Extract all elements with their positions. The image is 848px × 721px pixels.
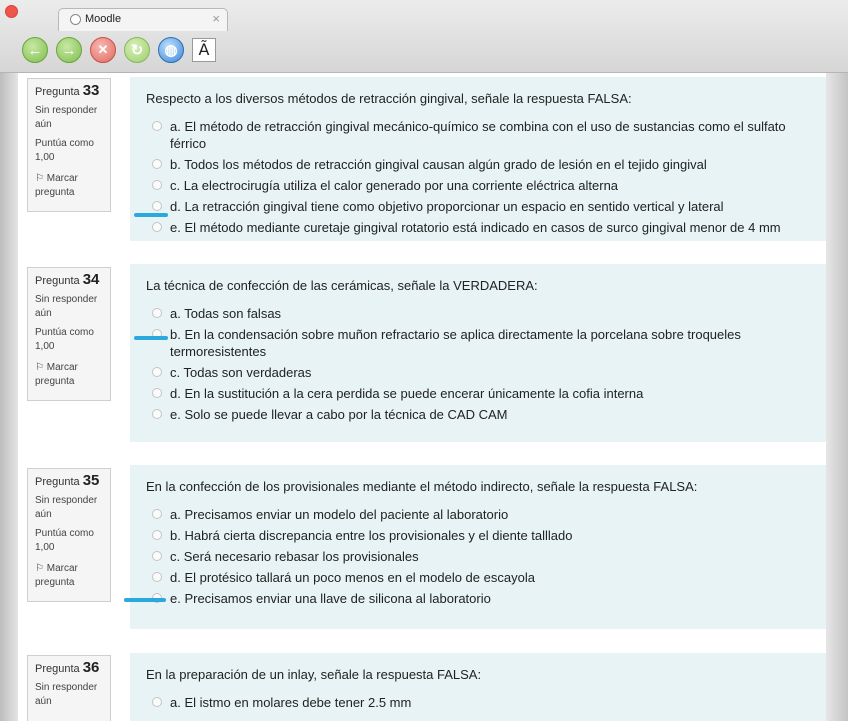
- answer-option[interactable]: b. Habrá cierta discrepancia entre los p…: [146, 527, 810, 544]
- answer-option[interactable]: a. Todas son falsas: [146, 305, 810, 322]
- radio-button[interactable]: [152, 530, 162, 540]
- page-content: Pregunta 33 Sin responder aún Puntúa com…: [0, 73, 848, 721]
- highlight-mark: [134, 213, 168, 217]
- question-label: Pregunta: [35, 663, 80, 675]
- question-number: 35: [82, 472, 100, 489]
- stop-icon[interactable]: ✕: [90, 37, 116, 63]
- flag-question-link[interactable]: ⚐ Marcar pregunta: [35, 562, 103, 590]
- question-status: Sin responder aún: [35, 495, 98, 520]
- question-number: 36: [82, 659, 100, 676]
- highlight-mark: [124, 598, 166, 602]
- question-label: Pregunta: [35, 86, 80, 98]
- question-status: Sin responder aún: [35, 294, 98, 319]
- radio-button[interactable]: [152, 388, 162, 398]
- background-edge-right: [826, 73, 848, 721]
- question-text: La técnica de confección de las cerámica…: [146, 278, 538, 293]
- question-status: Sin responder aún: [35, 682, 98, 707]
- tab-title: Moodle: [85, 13, 122, 25]
- answer-option[interactable]: e. El método mediante curetaje gingival …: [146, 219, 810, 236]
- radio-button[interactable]: [152, 509, 162, 519]
- radio-button[interactable]: [152, 180, 162, 190]
- radio-button[interactable]: [152, 159, 162, 169]
- globe-icon[interactable]: ◍: [158, 37, 184, 63]
- question-text: En la preparación de un inlay, señale la…: [146, 667, 482, 682]
- radio-button[interactable]: [152, 697, 162, 707]
- flag-question-link[interactable]: ⚐ Marcar pregunta: [35, 172, 103, 200]
- forward-arrow-icon[interactable]: →: [56, 37, 82, 63]
- answer-option[interactable]: c. Será necesario rebasar los provisiona…: [146, 548, 810, 565]
- question-label: Pregunta: [35, 275, 80, 287]
- answer-option[interactable]: b. En la condensación sobre muñon refrac…: [146, 326, 810, 360]
- answer-option[interactable]: a. El método de retracción gingival mecá…: [146, 118, 810, 152]
- radio-button[interactable]: [152, 551, 162, 561]
- question-text: Respecto a los diversos métodos de retra…: [146, 91, 632, 106]
- question-info: Pregunta 36 Sin responder aún: [27, 655, 111, 721]
- question-body: La técnica de confección de las cerámica…: [130, 264, 826, 442]
- question-info: Pregunta 35 Sin responder aún Puntúa com…: [27, 468, 111, 602]
- browser-tab[interactable]: Moodle ×: [58, 8, 228, 31]
- answer-option[interactable]: c. Todas son verdaderas: [146, 364, 810, 381]
- answer-option[interactable]: a. Precisamos enviar un modelo del pacie…: [146, 506, 810, 523]
- answer-option[interactable]: c. La electrocirugía utiliza el calor ge…: [146, 177, 810, 194]
- question-number: 33: [82, 82, 100, 99]
- radio-button[interactable]: [152, 201, 162, 211]
- question-info: Pregunta 34 Sin responder aún Puntúa com…: [27, 267, 111, 401]
- answer-option[interactable]: d. El protésico tallará un poco menos en…: [146, 569, 810, 586]
- radio-button[interactable]: [152, 367, 162, 377]
- radio-button[interactable]: [152, 222, 162, 232]
- moodle-favicon-icon: [70, 14, 81, 25]
- flag-icon: ⚐: [35, 563, 44, 574]
- reload-icon[interactable]: ↻: [124, 37, 150, 63]
- flag-icon: ⚐: [35, 173, 44, 184]
- highlight-mark: [134, 336, 168, 340]
- question-body: En la confección de los provisionales me…: [130, 465, 826, 629]
- flag-icon: ⚐: [35, 362, 44, 373]
- answer-option[interactable]: a. El istmo en molares debe tener 2.5 mm: [146, 694, 810, 711]
- question-body: En la preparación de un inlay, señale la…: [130, 653, 826, 721]
- radio-button[interactable]: [152, 572, 162, 582]
- question-number: 34: [82, 271, 100, 288]
- question-points: Puntúa como 1,00: [35, 528, 94, 553]
- question-points: Puntúa como 1,00: [35, 327, 94, 352]
- back-arrow-icon[interactable]: ←: [22, 37, 48, 63]
- browser-toolbar: Moodle × ← → ✕ ↻ ◍ Ã: [0, 0, 848, 73]
- answer-option[interactable]: d. La retracción gingival tiene como obj…: [146, 198, 810, 215]
- background-edge-left: [0, 73, 18, 721]
- radio-button[interactable]: [152, 409, 162, 419]
- radio-button[interactable]: [152, 308, 162, 318]
- question-body: Respecto a los diversos métodos de retra…: [130, 77, 826, 241]
- question-label: Pregunta: [35, 476, 80, 488]
- question-text: En la confección de los provisionales me…: [146, 479, 698, 494]
- question-points: Puntúa como 1,00: [35, 138, 94, 163]
- answer-option[interactable]: e. Precisamos enviar una llave de silico…: [146, 590, 810, 607]
- answer-option[interactable]: d. En la sustitución a la cera perdida s…: [146, 385, 810, 402]
- font-size-button[interactable]: Ã: [192, 38, 216, 62]
- answer-option[interactable]: b. Todos los métodos de retracción gingi…: [146, 156, 810, 173]
- flag-question-link[interactable]: ⚐ Marcar pregunta: [35, 361, 103, 389]
- question-info: Pregunta 33 Sin responder aún Puntúa com…: [27, 78, 111, 212]
- question-status: Sin responder aún: [35, 105, 98, 130]
- window-close-button[interactable]: [5, 5, 18, 18]
- tab-close-icon[interactable]: ×: [212, 11, 220, 26]
- radio-button[interactable]: [152, 121, 162, 131]
- answer-option[interactable]: e. Solo se puede llevar a cabo por la té…: [146, 406, 810, 423]
